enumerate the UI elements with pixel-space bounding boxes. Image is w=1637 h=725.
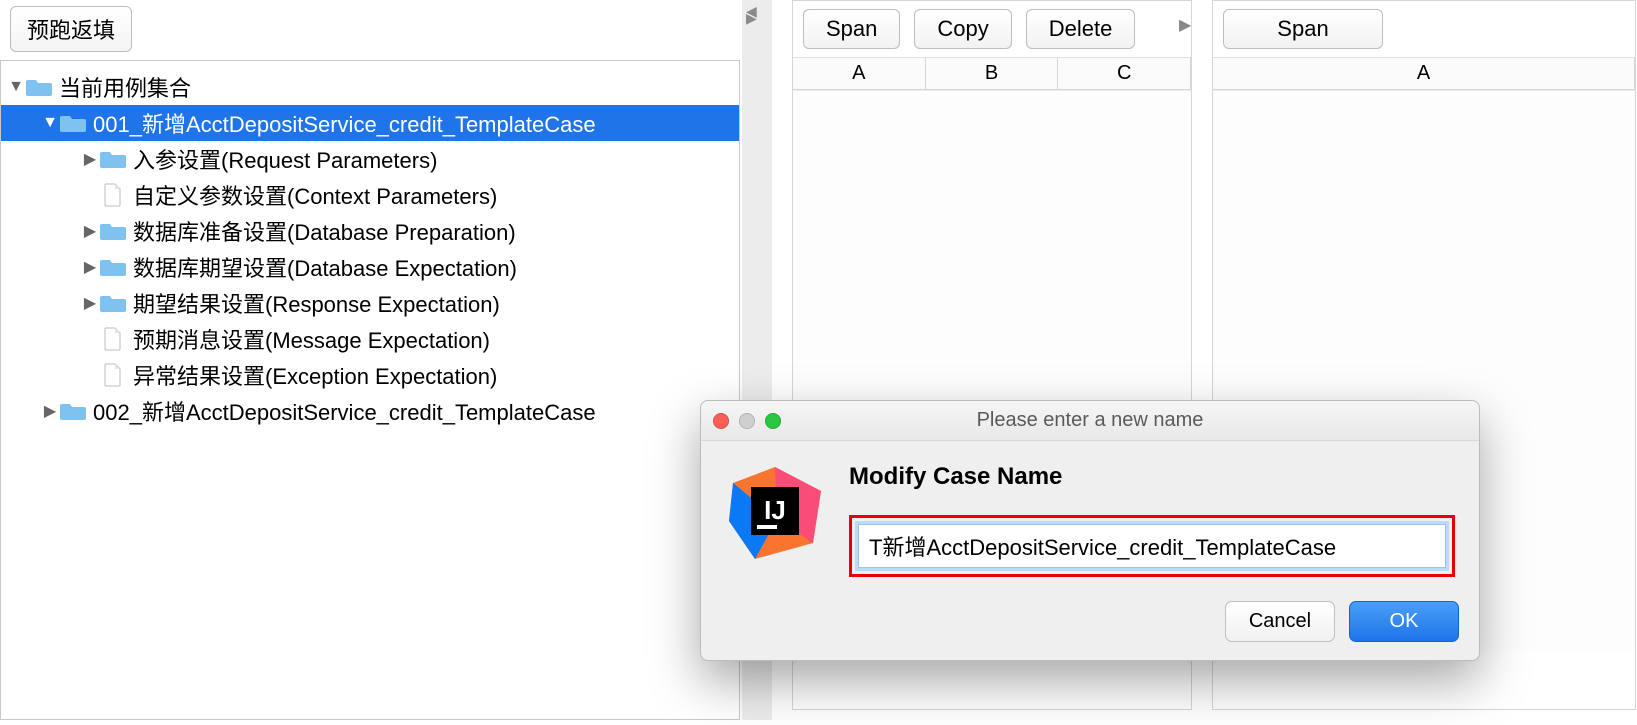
- col-header[interactable]: B: [926, 58, 1059, 89]
- disclosure-none: [81, 330, 99, 348]
- tree-item-label: 异常结果设置(Exception Expectation): [133, 359, 497, 391]
- disclosure-right-icon[interactable]: ▶: [41, 401, 59, 421]
- tree-item-message-expectation[interactable]: 预期消息设置(Message Expectation): [1, 321, 739, 357]
- overflow-right-icon[interactable]: ▶: [1179, 15, 1193, 43]
- cancel-button[interactable]: Cancel: [1225, 601, 1335, 642]
- tree-root[interactable]: ▼ 当前用例集合: [1, 69, 739, 105]
- rename-dialog: Please enter a new name IJ Modify Case N…: [700, 400, 1480, 661]
- btn-label: Span: [1277, 16, 1328, 41]
- folder-icon: [99, 147, 127, 171]
- tree-item-response-expectation[interactable]: ▶ 期望结果设置(Response Expectation): [1, 285, 739, 321]
- tree-item-label: 预期消息设置(Message Expectation): [133, 323, 490, 355]
- span-button[interactable]: Span: [803, 9, 900, 49]
- intellij-icon: IJ: [725, 463, 825, 563]
- disclosure-none: [81, 186, 99, 204]
- folder-icon: [99, 219, 127, 243]
- btn-label: Copy: [937, 16, 988, 41]
- tree-item-label: 自定义参数设置(Context Parameters): [133, 179, 497, 211]
- delete-button[interactable]: Delete: [1026, 9, 1136, 49]
- window-minimize-icon: [739, 413, 755, 429]
- disclosure-none: [81, 366, 99, 384]
- folder-icon: [99, 291, 127, 315]
- sheet-header: A B C: [793, 58, 1191, 90]
- file-icon: [99, 327, 127, 351]
- tree-root-label: 当前用例集合: [59, 71, 191, 103]
- btn-label: Span: [826, 16, 877, 41]
- svg-text:IJ: IJ: [764, 495, 786, 525]
- input-highlight-frame: [849, 515, 1455, 577]
- file-icon: [99, 183, 127, 207]
- file-icon: [99, 363, 127, 387]
- prejump-backfill-button[interactable]: 预跑返填: [10, 6, 132, 52]
- tree-item-db-preparation[interactable]: ▶ 数据库准备设置(Database Preparation): [1, 213, 739, 249]
- dialog-titlebar[interactable]: Please enter a new name: [701, 401, 1479, 441]
- disclosure-right-icon[interactable]: ▶: [81, 221, 99, 241]
- splitter-handle-icon: ◀▶: [746, 8, 756, 22]
- disclosure-right-icon[interactable]: ▶: [81, 257, 99, 277]
- folder-icon: [25, 75, 53, 99]
- window-zoom-icon[interactable]: [765, 413, 781, 429]
- btn-label: Delete: [1049, 16, 1113, 41]
- tree-item-request-params[interactable]: ▶ 入参设置(Request Parameters): [1, 141, 739, 177]
- folder-icon: [59, 399, 87, 423]
- prejump-label: 预跑返填: [27, 18, 115, 43]
- case-tree-panel: ▼ 当前用例集合 ▼ 001_新增AcctDepositService_cred…: [0, 60, 740, 720]
- tree-item-label: 入参设置(Request Parameters): [133, 143, 437, 175]
- tree-item-label: 数据库期望设置(Database Expectation): [133, 251, 517, 283]
- btn-label: OK: [1390, 610, 1419, 632]
- dialog-title: Please enter a new name: [701, 409, 1479, 432]
- tree-item-context-params[interactable]: 自定义参数设置(Context Parameters): [1, 177, 739, 213]
- tree-item-001[interactable]: ▼ 001_新增AcctDepositService_credit_Templa…: [1, 105, 739, 141]
- folder-icon: [59, 111, 87, 135]
- span-button[interactable]: Span: [1223, 9, 1383, 49]
- ok-button[interactable]: OK: [1349, 601, 1459, 642]
- col-header[interactable]: C: [1058, 58, 1191, 89]
- tree-item-002[interactable]: ▶ 002_新增AcctDepositService_credit_Templa…: [1, 393, 739, 429]
- window-close-icon[interactable]: [713, 413, 729, 429]
- dialog-heading: Modify Case Name: [849, 463, 1455, 491]
- btn-label: Cancel: [1249, 610, 1311, 632]
- case-name-input[interactable]: [858, 524, 1446, 568]
- disclosure-right-icon[interactable]: ▶: [81, 149, 99, 169]
- sheet-header: A: [1213, 58, 1635, 90]
- folder-icon: [99, 255, 127, 279]
- tree-item-exception-expectation[interactable]: 异常结果设置(Exception Expectation): [1, 357, 739, 393]
- copy-button[interactable]: Copy: [914, 9, 1011, 49]
- col-header[interactable]: A: [793, 58, 926, 89]
- tree-item-label: 002_新增AcctDepositService_credit_Template…: [93, 395, 596, 427]
- tree-item-label: 001_新增AcctDepositService_credit_Template…: [93, 107, 596, 139]
- tree-item-label: 期望结果设置(Response Expectation): [133, 287, 500, 319]
- col-header[interactable]: A: [1213, 58, 1635, 89]
- disclosure-right-icon[interactable]: ▶: [81, 293, 99, 313]
- tree-item-label: 数据库准备设置(Database Preparation): [133, 215, 516, 247]
- disclosure-down-icon[interactable]: ▼: [41, 114, 59, 132]
- disclosure-down-icon[interactable]: ▼: [7, 78, 25, 96]
- tree-item-db-expectation[interactable]: ▶ 数据库期望设置(Database Expectation): [1, 249, 739, 285]
